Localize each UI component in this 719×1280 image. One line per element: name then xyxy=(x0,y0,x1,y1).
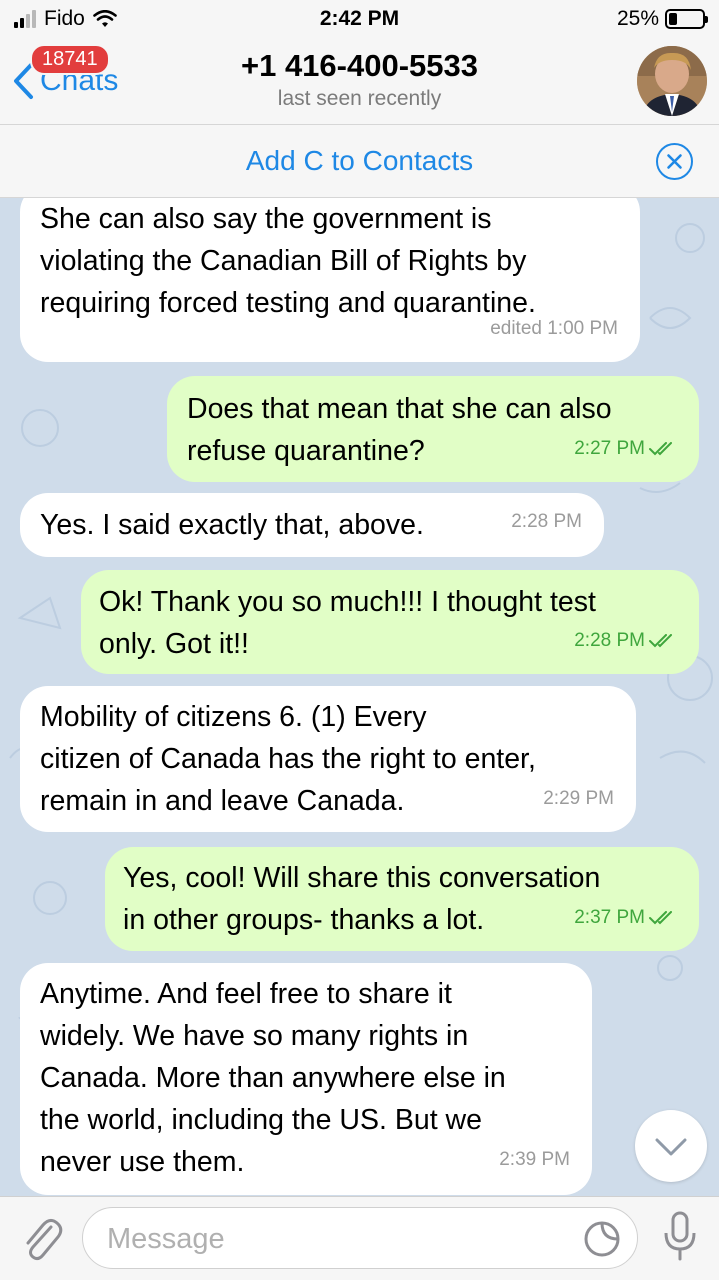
add-contact-bar: Add C to Contacts xyxy=(0,124,719,198)
status-right: 25% xyxy=(616,7,708,31)
message-time: edited 1:00 PM xyxy=(490,318,618,339)
add-to-contacts-link[interactable]: Add C to Contacts xyxy=(0,145,719,177)
message-meta: 2:28 PM xyxy=(574,620,677,662)
double-check-icon xyxy=(649,442,672,456)
message-meta: 2:29 PM xyxy=(543,778,614,820)
battery-icon xyxy=(665,9,708,29)
message-bubble[interactable]: Ok! Thank you so much!!! I thought test … xyxy=(81,570,699,674)
message-time: 2:37 PM xyxy=(574,907,645,928)
message-meta: 2:39 PM xyxy=(499,1139,570,1181)
message-text: Anytime. And feel free to share it widel… xyxy=(40,978,506,1178)
message-bubble[interactable]: Anytime. And feel free to share it widel… xyxy=(20,963,592,1195)
message-text: Yes. I said exactly that, above. xyxy=(40,509,424,541)
message-time: 2:29 PM xyxy=(543,788,614,809)
message-input[interactable]: Message xyxy=(82,1207,638,1269)
message-bubble[interactable]: She can also say the government is viola… xyxy=(20,198,640,362)
double-check-icon xyxy=(649,911,672,925)
composer-bar: Message xyxy=(0,1196,719,1280)
message-text: Mobility of citizens 6. (1) Every citize… xyxy=(40,701,536,817)
sticker-icon[interactable] xyxy=(583,1220,621,1263)
message-time: 2:39 PM xyxy=(499,1149,570,1170)
message-bubble[interactable]: Yes. I said exactly that, above. 2:28 PM xyxy=(20,493,604,557)
message-bubble[interactable]: Mobility of citizens 6. (1) Every citize… xyxy=(20,686,636,832)
chat-title[interactable]: +1 416-400-5533 xyxy=(0,48,719,84)
message-bubble[interactable]: Yes, cool! Will share this conversation … xyxy=(105,847,699,951)
close-circle-icon[interactable] xyxy=(656,143,693,180)
avatar[interactable] xyxy=(637,46,707,116)
message-placeholder: Message xyxy=(107,1223,225,1255)
message-time: 2:28 PM xyxy=(574,630,645,651)
double-check-icon xyxy=(649,634,672,648)
status-bar: Fido 2:42 PM 25% xyxy=(0,0,719,40)
message-meta: 2:37 PM xyxy=(574,897,677,939)
chevron-down-icon xyxy=(655,1138,687,1156)
last-seen-status: last seen recently xyxy=(277,87,442,110)
chat-header: Chats 18741 +1 416-400-5533 last seen re… xyxy=(0,40,719,124)
message-time: 2:28 PM xyxy=(511,511,582,532)
scroll-to-bottom-button[interactable] xyxy=(635,1110,707,1182)
avatar-photo xyxy=(637,46,707,116)
message-text: She can also say the government is viola… xyxy=(40,203,536,319)
message-bubble[interactable]: Does that mean that she can also refuse … xyxy=(167,376,699,482)
paperclip-icon[interactable] xyxy=(20,1213,64,1270)
battery-percent: 25% xyxy=(616,7,659,30)
message-meta: 2:27 PM xyxy=(574,428,677,470)
message-meta: edited 1:00 PM xyxy=(490,308,618,350)
microphone-icon[interactable] xyxy=(663,1211,697,1268)
message-time: 2:27 PM xyxy=(574,438,645,459)
message-list[interactable]: She can also say the government is viola… xyxy=(0,198,719,1196)
status-time: 2:42 PM xyxy=(319,7,400,30)
message-meta: 2:28 PM xyxy=(511,501,582,543)
